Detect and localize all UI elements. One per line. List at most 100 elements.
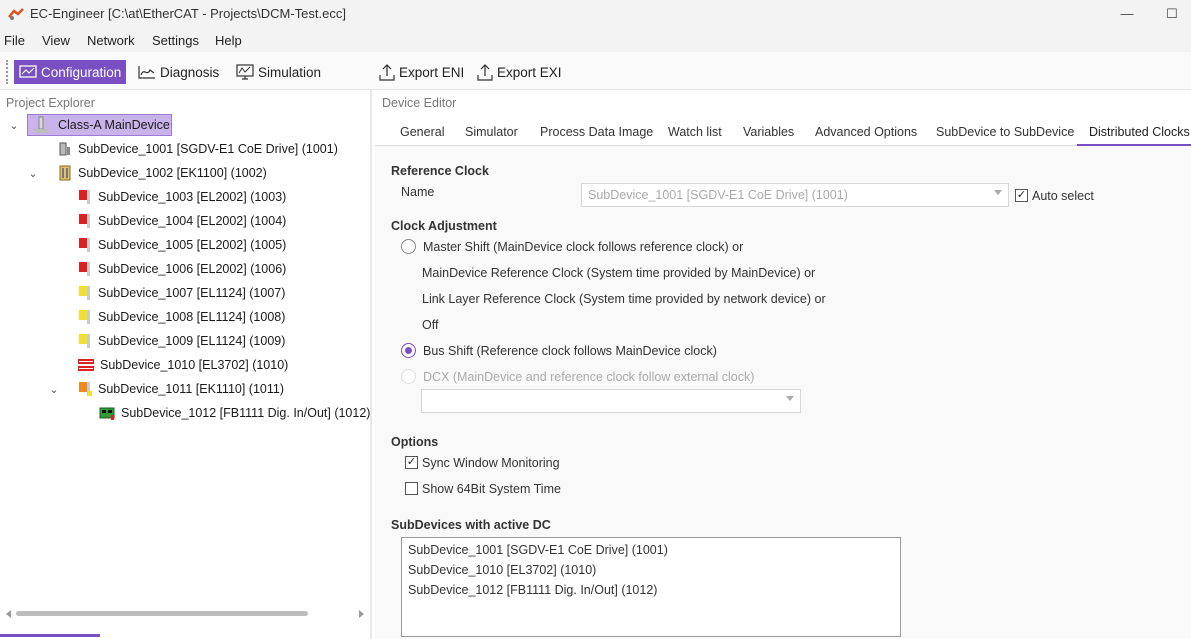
auto-select-checkbox[interactable]: ✓ bbox=[1015, 189, 1028, 202]
panel-splitter[interactable] bbox=[370, 90, 372, 639]
tree-item-label: SubDevice_1012 [FB1111 Dig. In/Out] (101… bbox=[121, 406, 371, 420]
show-64bit-checkbox[interactable] bbox=[405, 482, 418, 495]
menu-view[interactable]: View bbox=[42, 33, 70, 48]
export-exi-button[interactable]: Export EXI bbox=[472, 60, 567, 84]
diagnosis-label: Diagnosis bbox=[160, 64, 220, 80]
orange-terminal-icon bbox=[79, 382, 92, 396]
active-dc-heading: SubDevices with active DC bbox=[391, 518, 551, 532]
options-heading: Options bbox=[391, 435, 439, 449]
minimize-button[interactable]: — bbox=[1112, 4, 1142, 24]
diagnosis-icon bbox=[138, 66, 155, 79]
app-logo-icon bbox=[8, 8, 24, 20]
tab-watch-list[interactable]: Watch list bbox=[668, 125, 722, 145]
export-eni-label: Export ENI bbox=[399, 64, 465, 80]
chevron-down-icon bbox=[994, 190, 1002, 195]
tree-item-label: SubDevice_1009 [EL1124] (1009) bbox=[98, 334, 286, 348]
yellow-terminal-icon bbox=[79, 310, 90, 324]
dcx-select[interactable] bbox=[421, 389, 801, 413]
beckhoff-logo-icon bbox=[78, 358, 94, 372]
tree-item-label: SubDevice_1011 [EK1110] (1011) bbox=[98, 382, 285, 396]
tree-item-1008[interactable]: SubDevice_1008 [EL1124] (1008) bbox=[78, 306, 285, 328]
tab-process-data-image[interactable]: Process Data Image bbox=[540, 125, 653, 145]
export-exi-label: Export EXI bbox=[497, 64, 562, 80]
tree-item-1012[interactable]: SubDevice_1012 [FB1111 Dig. In/Out] (101… bbox=[99, 402, 370, 424]
master-shift-label: Master Shift (MainDevice clock follows r… bbox=[423, 240, 744, 254]
sync-window-monitoring-checkbox[interactable]: ✓ bbox=[405, 456, 418, 469]
list-item[interactable]: SubDevice_1010 [EL3702] (1010) bbox=[408, 563, 596, 577]
configuration-icon bbox=[19, 65, 37, 78]
off-label: Off bbox=[422, 318, 439, 332]
yellow-terminal-icon bbox=[79, 334, 90, 348]
device-editor-title: Device Editor bbox=[382, 96, 457, 110]
maindevice-icon bbox=[34, 116, 48, 133]
title-bar: EC-Engineer [C:\at\EtherCAT - Projects\D… bbox=[0, 0, 1191, 28]
tree-item-label: SubDevice_1006 [EL2002] (1006) bbox=[98, 262, 287, 276]
tree-item-label: SubDevice_1001 [SGDV-E1 CoE Drive] (1001… bbox=[78, 142, 338, 156]
diagnosis-button[interactable]: Diagnosis bbox=[133, 60, 224, 84]
clock-adjustment-heading: Clock Adjustment bbox=[391, 219, 497, 233]
chevron-down-icon[interactable]: ⌄ bbox=[8, 120, 20, 132]
master-shift-radio[interactable] bbox=[401, 239, 416, 254]
tree-item-1007[interactable]: SubDevice_1007 [EL1124] (1007) bbox=[78, 282, 285, 304]
menu-network[interactable]: Network bbox=[87, 33, 135, 48]
export-eni-button[interactable]: Export ENI bbox=[374, 60, 469, 84]
menu-help[interactable]: Help bbox=[215, 33, 242, 48]
tree-item-1011[interactable]: SubDevice_1011 [EK1110] (1011) bbox=[78, 378, 284, 400]
tree-item-1006[interactable]: SubDevice_1006 [EL2002] (1006) bbox=[78, 258, 286, 280]
bus-shift-radio[interactable] bbox=[401, 343, 416, 358]
dcx-radio[interactable] bbox=[401, 369, 416, 384]
simulation-button[interactable]: Simulation bbox=[231, 60, 326, 84]
tab-variables[interactable]: Variables bbox=[743, 125, 794, 145]
tree-item-label: SubDevice_1005 [EL2002] (1005) bbox=[98, 238, 287, 252]
tree-item-1004[interactable]: SubDevice_1004 [EL2002] (1004) bbox=[78, 210, 286, 232]
scroll-left-icon[interactable] bbox=[6, 610, 11, 618]
drive-icon bbox=[59, 142, 70, 156]
window-title: EC-Engineer [C:\at\EtherCAT - Projects\D… bbox=[30, 6, 346, 21]
tree-item-1009[interactable]: SubDevice_1009 [EL1124] (1009) bbox=[78, 330, 285, 352]
tab-advanced-options[interactable]: Advanced Options bbox=[815, 125, 917, 145]
red-terminal-icon bbox=[79, 262, 90, 276]
coupler-icon bbox=[59, 165, 71, 181]
list-item[interactable]: SubDevice_1012 [FB1111 Dig. In/Out] (101… bbox=[408, 583, 657, 597]
simulation-label: Simulation bbox=[258, 64, 322, 80]
tree-item-label: SubDevice_1007 [EL1124] (1007) bbox=[98, 286, 286, 300]
active-dc-list[interactable]: SubDevice_1001 [SGDV-E1 CoE Drive] (1001… bbox=[401, 537, 901, 637]
menu-settings[interactable]: Settings bbox=[152, 33, 199, 48]
tree-root-label: Class-A MainDevice bbox=[58, 118, 170, 132]
tab-subdevice-to-subdevice[interactable]: SubDevice to SubDevice bbox=[936, 125, 1074, 145]
tree-root-maindevice[interactable]: Class-A MainDevice bbox=[27, 114, 172, 136]
tree-item-1010[interactable]: SubDevice_1010 [EL3702] (1010) bbox=[78, 354, 288, 376]
scroll-right-icon[interactable] bbox=[359, 610, 364, 618]
toolbar-grip[interactable] bbox=[6, 60, 9, 84]
tab-general[interactable]: General bbox=[400, 125, 444, 145]
tree-item-1003[interactable]: SubDevice_1003 [EL2002] (1003) bbox=[78, 186, 286, 208]
chevron-down-icon bbox=[786, 396, 794, 401]
auto-select-label: Auto select bbox=[1032, 189, 1094, 203]
tab-distributed-clocks[interactable]: Distributed Clocks bbox=[1089, 125, 1190, 145]
tree-item-1001[interactable]: SubDevice_1001 [SGDV-E1 CoE Drive] (1001… bbox=[58, 138, 338, 160]
menu-file[interactable]: File bbox=[4, 33, 25, 48]
tree-item-label: SubDevice_1003 [EL2002] (1003) bbox=[98, 190, 287, 204]
chevron-down-icon[interactable]: ⌄ bbox=[27, 168, 39, 180]
maximize-button[interactable]: ☐ bbox=[1157, 4, 1187, 24]
list-item[interactable]: SubDevice_1001 [SGDV-E1 CoE Drive] (1001… bbox=[408, 543, 668, 557]
tree-item-label: SubDevice_1002 [EK1100] (1002) bbox=[78, 166, 267, 180]
tree-item-label: SubDevice_1010 [EL3702] (1010) bbox=[100, 358, 289, 372]
tree-item-1002[interactable]: SubDevice_1002 [EK1100] (1002) bbox=[58, 162, 267, 184]
tree-item-1005[interactable]: SubDevice_1005 [EL2002] (1005) bbox=[78, 234, 286, 256]
red-terminal-icon bbox=[79, 190, 90, 204]
link-layer-reference-clock-label: Link Layer Reference Clock (System time … bbox=[422, 292, 826, 306]
horizontal-scrollbar[interactable] bbox=[6, 609, 368, 619]
toolbar: Configuration Diagnosis Simulation Expor… bbox=[0, 52, 1191, 90]
chevron-down-icon[interactable]: ⌄ bbox=[48, 384, 60, 396]
sync-window-monitoring-label: Sync Window Monitoring bbox=[422, 456, 560, 470]
board-icon bbox=[99, 407, 115, 420]
red-terminal-icon bbox=[79, 214, 90, 228]
scroll-thumb[interactable] bbox=[16, 611, 308, 616]
reference-clock-select[interactable]: SubDevice_1001 [SGDV-E1 CoE Drive] (1001… bbox=[581, 183, 1009, 207]
tab-simulator[interactable]: Simulator bbox=[465, 125, 518, 145]
show-64bit-label: Show 64Bit System Time bbox=[422, 482, 561, 496]
dcx-label: DCX (MainDevice and reference clock foll… bbox=[423, 370, 755, 384]
reference-clock-value: SubDevice_1001 [SGDV-E1 CoE Drive] (1001… bbox=[588, 188, 848, 202]
configuration-button[interactable]: Configuration bbox=[14, 60, 127, 84]
